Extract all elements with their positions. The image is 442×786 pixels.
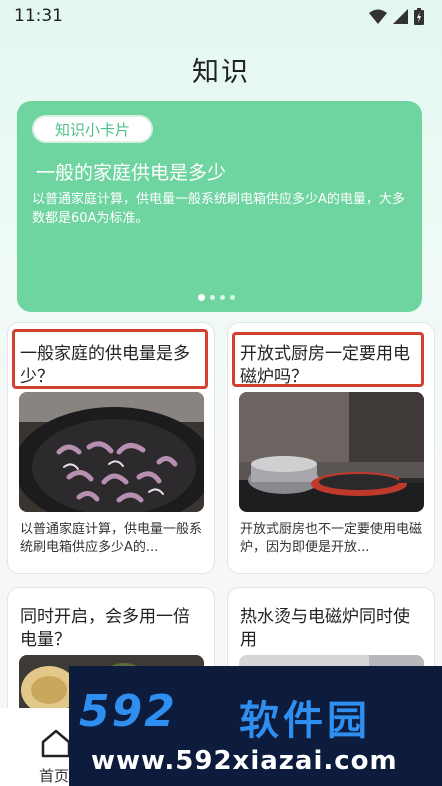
page-title: 知识 (192, 57, 250, 88)
watermark-logo: 592 (79, 686, 177, 737)
page-dot (230, 295, 235, 300)
card-title: 同时开启，会多用一倍电量？ (20, 607, 190, 650)
page-dot (220, 295, 225, 300)
banner-page-indicator (198, 294, 235, 301)
card-title-highlight (232, 332, 424, 387)
wifi-icon (369, 9, 387, 24)
card-title: 热水烫与电磁炉同时使用 (240, 607, 410, 650)
cell-signal-icon (393, 8, 408, 24)
status-bar: 11:31 (0, 0, 442, 32)
home-icon (41, 729, 71, 758)
nav-item-label: 首页 (39, 767, 70, 785)
battery-icon (414, 7, 424, 25)
status-icons (369, 7, 424, 25)
status-time: 11:31 (14, 6, 63, 26)
card-description: 开放式厨房也不一定要使用电磁炉，因为即便是开放... (240, 522, 423, 555)
banner-description: 以普通家庭计算，供电量一般系统刷电箱供应多少A的电量，大多数都是60A为标准。 (32, 192, 405, 226)
knowledge-banner[interactable]: 知识小卡片 一般的家庭供电是多少 以普通家庭计算，供电量一般系统刷电箱供应多少A… (17, 101, 422, 312)
watermark-banner: 592 软件园 www.592xiazai.com (69, 666, 442, 786)
watermark-url: www.592xiazai.com (91, 746, 398, 776)
banner-tag: 知识小卡片 (32, 115, 153, 143)
banner-title: 一般的家庭供电是多少 (36, 162, 227, 184)
page-dot (198, 294, 205, 301)
watermark-logo-text: 软件园 (239, 698, 371, 744)
card-title-highlight (12, 329, 208, 389)
card-image (19, 392, 204, 512)
card-image (239, 392, 424, 512)
card-description: 以普通家庭计算，供电量一般系统刷电箱供应多少A的... (20, 522, 203, 555)
page-dot (210, 295, 215, 300)
